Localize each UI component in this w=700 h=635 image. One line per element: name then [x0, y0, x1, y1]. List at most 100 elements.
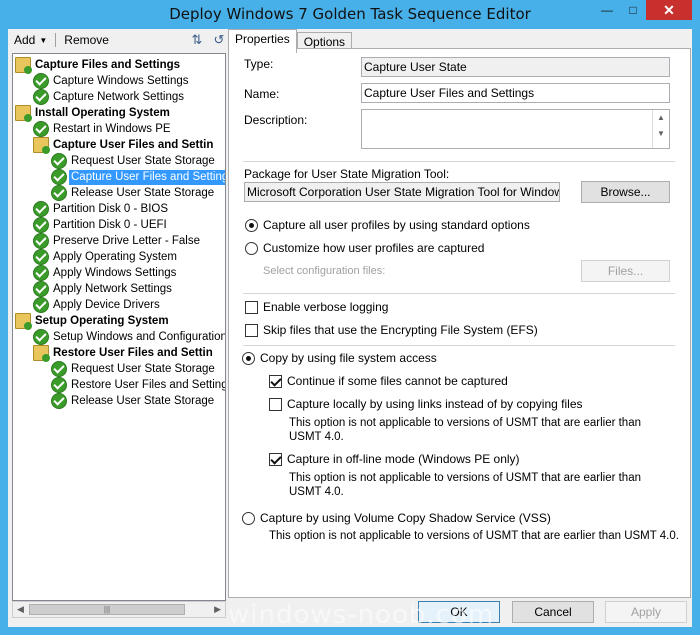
divider	[243, 161, 675, 162]
tree-step[interactable]: Request User State Storage	[51, 153, 217, 169]
verbose-logging-checkbox[interactable]	[245, 301, 258, 314]
tree-step[interactable]: Apply Operating System	[33, 249, 179, 265]
check-icon	[51, 153, 67, 169]
scroll-up-icon[interactable]: ▲	[653, 110, 669, 126]
description-field[interactable]: ▲ ▼	[361, 109, 670, 149]
skip-efs-label: Skip files that use the Encrypting File …	[263, 323, 538, 337]
tree-group[interactable]: Setup Operating System	[15, 313, 171, 330]
tree-step[interactable]: Release User State Storage	[51, 185, 216, 201]
tree-group[interactable]: Capture User Files and Settin	[33, 137, 215, 154]
check-icon	[33, 121, 49, 137]
usmt-note: This option is not applicable to version…	[289, 417, 641, 443]
capture-all-profiles-radio[interactable]	[245, 219, 258, 232]
check-icon	[33, 217, 49, 233]
tree-group[interactable]: Install Operating System	[15, 105, 172, 122]
tree-step[interactable]: Capture Network Settings	[33, 89, 186, 105]
maximize-icon[interactable]: □	[620, 0, 646, 20]
check-icon	[33, 201, 49, 217]
tree-step[interactable]: Setup Windows and Configuration	[33, 329, 225, 345]
package-field: Microsoft Corporation User State Migrati…	[244, 182, 560, 202]
check-icon	[51, 361, 67, 377]
check-icon	[33, 233, 49, 249]
check-icon	[33, 265, 49, 281]
customize-profiles-radio[interactable]	[245, 242, 258, 255]
minimize-icon[interactable]: —	[594, 0, 620, 20]
tree-step[interactable]: Release User State Storage	[51, 393, 216, 409]
tree-step[interactable]: Apply Network Settings	[33, 281, 174, 297]
scroll-thumb[interactable]: |||	[29, 604, 185, 615]
folder-icon	[33, 137, 50, 154]
tree-step[interactable]: Restore User Files and Setting	[51, 377, 225, 393]
window-controls: — □ ✕	[594, 0, 692, 22]
folder-icon	[15, 57, 32, 74]
check-icon	[33, 249, 49, 265]
continue-on-error-label: Continue if some files cannot be capture…	[287, 374, 508, 388]
tree-step[interactable]: Request User State Storage	[51, 361, 217, 377]
verbose-logging-label: Enable verbose logging	[263, 300, 389, 314]
tree-step[interactable]: Apply Windows Settings	[33, 265, 178, 281]
task-sequence-tree[interactable]: Capture Files and Settings Capture Windo…	[12, 53, 226, 601]
vss-radio[interactable]	[242, 512, 255, 525]
tree-step[interactable]: Partition Disk 0 - BIOS	[33, 201, 170, 217]
close-icon[interactable]: ✕	[646, 0, 692, 20]
tree-step[interactable]: Preserve Drive Letter - False	[33, 233, 202, 249]
client-area: Add ▼ Remove ⇅ ↺ Capture Files and Settin…	[8, 29, 692, 627]
check-icon	[33, 281, 49, 297]
apply-button[interactable]: Apply	[605, 601, 687, 623]
tree-step[interactable]: Capture Windows Settings	[33, 73, 191, 89]
tree-step-selected[interactable]: Capture User Files and Setting	[51, 168, 225, 186]
title-bar[interactable]: Deploy Windows 7 Golden Task Sequence Ed…	[0, 0, 700, 28]
tree-step[interactable]: Restart in Windows PE	[33, 121, 173, 137]
skip-efs-checkbox[interactable]	[245, 324, 258, 337]
capture-links-checkbox[interactable]	[269, 398, 282, 411]
description-scrollbar[interactable]: ▲ ▼	[652, 110, 669, 148]
continue-on-error-checkbox[interactable]	[269, 375, 282, 388]
divider	[243, 345, 675, 346]
scroll-down-icon[interactable]: ▼	[653, 126, 669, 142]
copy-file-system-radio[interactable]	[242, 352, 255, 365]
description-label: Description:	[244, 113, 308, 127]
tree-group[interactable]: Capture Files and Settings	[15, 57, 182, 74]
check-icon	[51, 185, 67, 201]
check-icon	[51, 393, 67, 409]
check-icon	[51, 169, 67, 185]
watermark: windows-noob.com	[228, 600, 495, 630]
remove-button[interactable]: Remove	[58, 30, 115, 50]
check-icon	[33, 73, 49, 89]
customize-profiles-label: Customize how user profiles are captured	[263, 241, 485, 255]
tree-horizontal-scrollbar[interactable]: ◀ ||| ▶	[12, 601, 226, 618]
package-label: Package for User State Migration Tool:	[244, 167, 450, 181]
check-icon	[33, 297, 49, 313]
tree-toolbar: Add ▼ Remove ⇅ ↺	[8, 29, 228, 51]
divider	[243, 293, 675, 294]
check-icon	[33, 329, 49, 345]
scroll-left-icon[interactable]: ◀	[17, 604, 24, 615]
scroll-right-icon[interactable]: ▶	[214, 604, 221, 615]
offline-mode-label: Capture in off-line mode (Windows PE onl…	[287, 452, 520, 466]
usmt-note: This option is not applicable to version…	[289, 472, 641, 498]
files-button[interactable]: Files...	[581, 260, 670, 282]
type-field: Capture User State	[361, 57, 670, 77]
offline-mode-checkbox[interactable]	[269, 453, 282, 466]
tree-group[interactable]: Restore User Files and Settin	[33, 345, 215, 362]
name-label: Name:	[244, 87, 280, 101]
move-up-icon[interactable]: ⇅	[188, 32, 206, 48]
add-button[interactable]: Add ▼	[8, 30, 53, 50]
usmt-note: This option is not applicable to version…	[269, 530, 679, 542]
capture-links-label: Capture locally by using links instead o…	[287, 397, 583, 411]
vss-label: Capture by using Volume Copy Shadow Serv…	[260, 511, 551, 525]
type-label: Type:	[244, 57, 274, 71]
browse-button[interactable]: Browse...	[581, 181, 670, 203]
tree-step[interactable]: Partition Disk 0 - UEFI	[33, 217, 169, 233]
copy-file-system-label: Copy by using file system access	[260, 351, 437, 365]
move-down-icon[interactable]: ↺	[210, 32, 228, 48]
properties-panel: Type: Capture User State Name: Capture U…	[228, 48, 691, 598]
tab-properties[interactable]: Properties	[228, 29, 297, 53]
tree-step[interactable]: Apply Device Drivers	[33, 297, 162, 313]
check-icon	[33, 89, 49, 105]
select-config-label: Select configuration files:	[263, 265, 386, 277]
editor-window: Deploy Windows 7 Golden Task Sequence Ed…	[0, 0, 700, 635]
cancel-button[interactable]: Cancel	[512, 601, 594, 623]
tab-strip: Properties Options	[228, 29, 353, 53]
name-field[interactable]: Capture User Files and Settings	[361, 83, 670, 103]
